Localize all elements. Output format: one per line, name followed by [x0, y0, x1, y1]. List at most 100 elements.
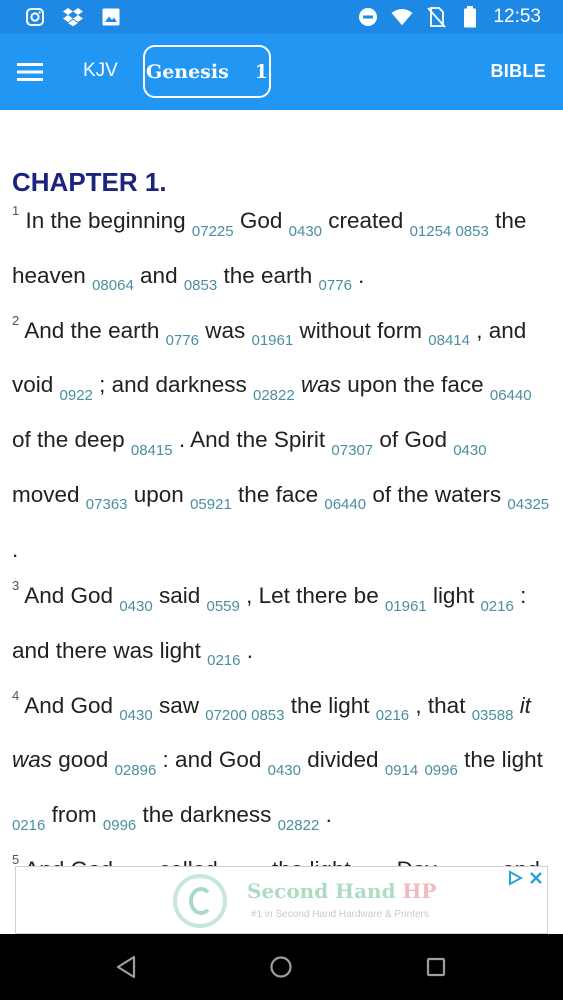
- ad-choices[interactable]: [507, 870, 543, 886]
- strongs-number-link[interactable]: 0559: [206, 598, 239, 615]
- strongs-number-link[interactable]: 06440: [490, 387, 532, 404]
- verse-text: In the beginning: [25, 208, 192, 233]
- verse-text: called: [153, 857, 224, 866]
- strongs-number-link[interactable]: 07307: [331, 442, 373, 459]
- verse-text: and: [133, 262, 184, 288]
- verse-2[interactable]: 2 And the earth 0776 was 01961 without f…: [12, 308, 552, 573]
- strongs-number-link[interactable]: 0216: [376, 707, 409, 724]
- dropbox-icon: [62, 6, 84, 28]
- strongs-number-link[interactable]: 0996: [103, 817, 136, 834]
- verse-4[interactable]: 4 And God 0430 saw 07200 0853 the light …: [12, 683, 552, 847]
- verse-text: God: [398, 427, 454, 453]
- strongs-number-link[interactable]: 07363: [86, 496, 128, 513]
- verse-text: saw: [152, 692, 206, 718]
- navigation-bar: [0, 934, 563, 1000]
- recents-button[interactable]: [421, 952, 451, 982]
- back-icon: [116, 955, 136, 979]
- ad-title: Second Hand HP: [247, 879, 437, 903]
- clock-time: 12:53: [493, 6, 541, 27]
- strongs-number-link[interactable]: 04325: [507, 496, 549, 513]
- home-button[interactable]: [266, 952, 296, 982]
- verse-text: from: [45, 802, 103, 828]
- strongs-number-link[interactable]: 03588: [472, 707, 514, 724]
- ad-logo-icon: [173, 874, 227, 928]
- strongs-number-link[interactable]: 0430: [289, 223, 322, 240]
- app-bar: KJV Genesis 1 BIBLE: [0, 34, 563, 110]
- chapter-number: 1: [254, 60, 269, 83]
- verse-text: divided: [301, 747, 385, 773]
- strongs-number-link[interactable]: 01254 0853: [410, 223, 489, 240]
- bible-button[interactable]: BIBLE: [491, 61, 547, 82]
- gallery-icon: [100, 6, 122, 28]
- version-selector[interactable]: KJV: [83, 60, 118, 82]
- verse-text: was: [198, 317, 252, 343]
- verse-number: 4: [12, 687, 20, 703]
- strongs-number-link[interactable]: 02822: [278, 817, 320, 834]
- strongs-number-link[interactable]: 02822: [253, 387, 295, 404]
- verse-text: light: [426, 583, 481, 609]
- strongs-number-link[interactable]: 0216: [480, 598, 513, 615]
- verse-text: the light: [457, 747, 543, 773]
- verse-text: .: [351, 262, 365, 288]
- verse-text: , that: [409, 692, 472, 718]
- verse-3[interactable]: 3 And God 0430 said 0559 , Let there be …: [12, 573, 552, 683]
- ad-banner[interactable]: Second Hand HP #1 in Second Hand Hardwar…: [15, 866, 548, 934]
- strongs-number-link[interactable]: 08414: [428, 332, 470, 349]
- verse-number: 3: [12, 578, 20, 594]
- strongs-number-link[interactable]: 0216: [207, 652, 240, 669]
- strongs-number-link[interactable]: 0996: [424, 762, 457, 779]
- ad-choices-icon[interactable]: [507, 870, 523, 886]
- verse-text: said: [152, 583, 207, 609]
- strongs-number-link[interactable]: 06440: [324, 496, 366, 513]
- strongs-number-link[interactable]: 01961: [252, 332, 294, 349]
- home-icon: [270, 956, 292, 978]
- verse-text: God: [233, 208, 289, 233]
- verse-text: . And the Spirit: [172, 427, 332, 453]
- verse-text: the light: [284, 692, 376, 718]
- strongs-number-link[interactable]: 0914: [385, 762, 418, 779]
- verse-text: ,: [469, 317, 483, 343]
- strongs-number-link[interactable]: 0853: [184, 277, 217, 294]
- book-chapter-selector[interactable]: Genesis 1: [143, 45, 271, 98]
- menu-button[interactable]: [10, 52, 50, 92]
- strongs-number-link[interactable]: 0776: [166, 332, 199, 349]
- verse-text: created: [322, 208, 410, 233]
- strongs-number-link[interactable]: 0430: [119, 598, 152, 615]
- strongs-number-link[interactable]: 08064: [92, 277, 134, 294]
- chapter-title: CHAPTER 1.: [12, 167, 167, 197]
- verse-text: of the deep: [12, 427, 131, 453]
- verse-text: And God: [24, 857, 119, 866]
- strongs-number-link[interactable]: 02896: [115, 762, 157, 779]
- reading-pane[interactable]: CHAPTER 1. 1 In the beginning 07225 God …: [0, 110, 563, 866]
- verse-text: the waters: [391, 481, 508, 507]
- strongs-number-link[interactable]: 0922: [60, 387, 93, 404]
- verse-text: the darkness: [136, 802, 278, 828]
- verse-5[interactable]: 5 And God 0430 called 07121 the light 02…: [12, 847, 552, 866]
- close-icon[interactable]: [529, 871, 543, 885]
- strongs-number-link[interactable]: 08415: [131, 442, 173, 459]
- strongs-number-link[interactable]: 07225: [192, 223, 234, 240]
- verse-text: , Let there be: [239, 583, 385, 609]
- verse-text: Day: [390, 857, 443, 866]
- verse-number: 5: [12, 852, 20, 866]
- verse-text: upon the: [341, 372, 435, 398]
- verse-text: the earth: [217, 262, 319, 288]
- verse-1[interactable]: 1 In the beginning 07225 God 0430 create…: [12, 198, 552, 308]
- battery-icon: [459, 6, 481, 28]
- strongs-number-link[interactable]: 07200 0853: [205, 707, 284, 724]
- back-button[interactable]: [111, 952, 141, 982]
- hamburger-menu-icon: [17, 63, 43, 81]
- verse-text: face: [434, 372, 490, 398]
- strongs-number-link[interactable]: 0430: [119, 707, 152, 724]
- strongs-number-link[interactable]: 01961: [385, 598, 427, 615]
- verse-text: .: [319, 802, 332, 828]
- strongs-number-link[interactable]: 0776: [319, 277, 352, 294]
- no-sim-icon: [425, 6, 447, 28]
- strongs-number-link[interactable]: 0216: [12, 817, 45, 834]
- verse-number: 2: [12, 312, 20, 328]
- strongs-number-link[interactable]: 05921: [190, 496, 232, 513]
- recents-icon: [426, 957, 446, 977]
- strongs-number-link[interactable]: 0430: [453, 442, 486, 459]
- verse-list: 1 In the beginning 07225 God 0430 create…: [12, 198, 552, 866]
- strongs-number-link[interactable]: 0430: [268, 762, 301, 779]
